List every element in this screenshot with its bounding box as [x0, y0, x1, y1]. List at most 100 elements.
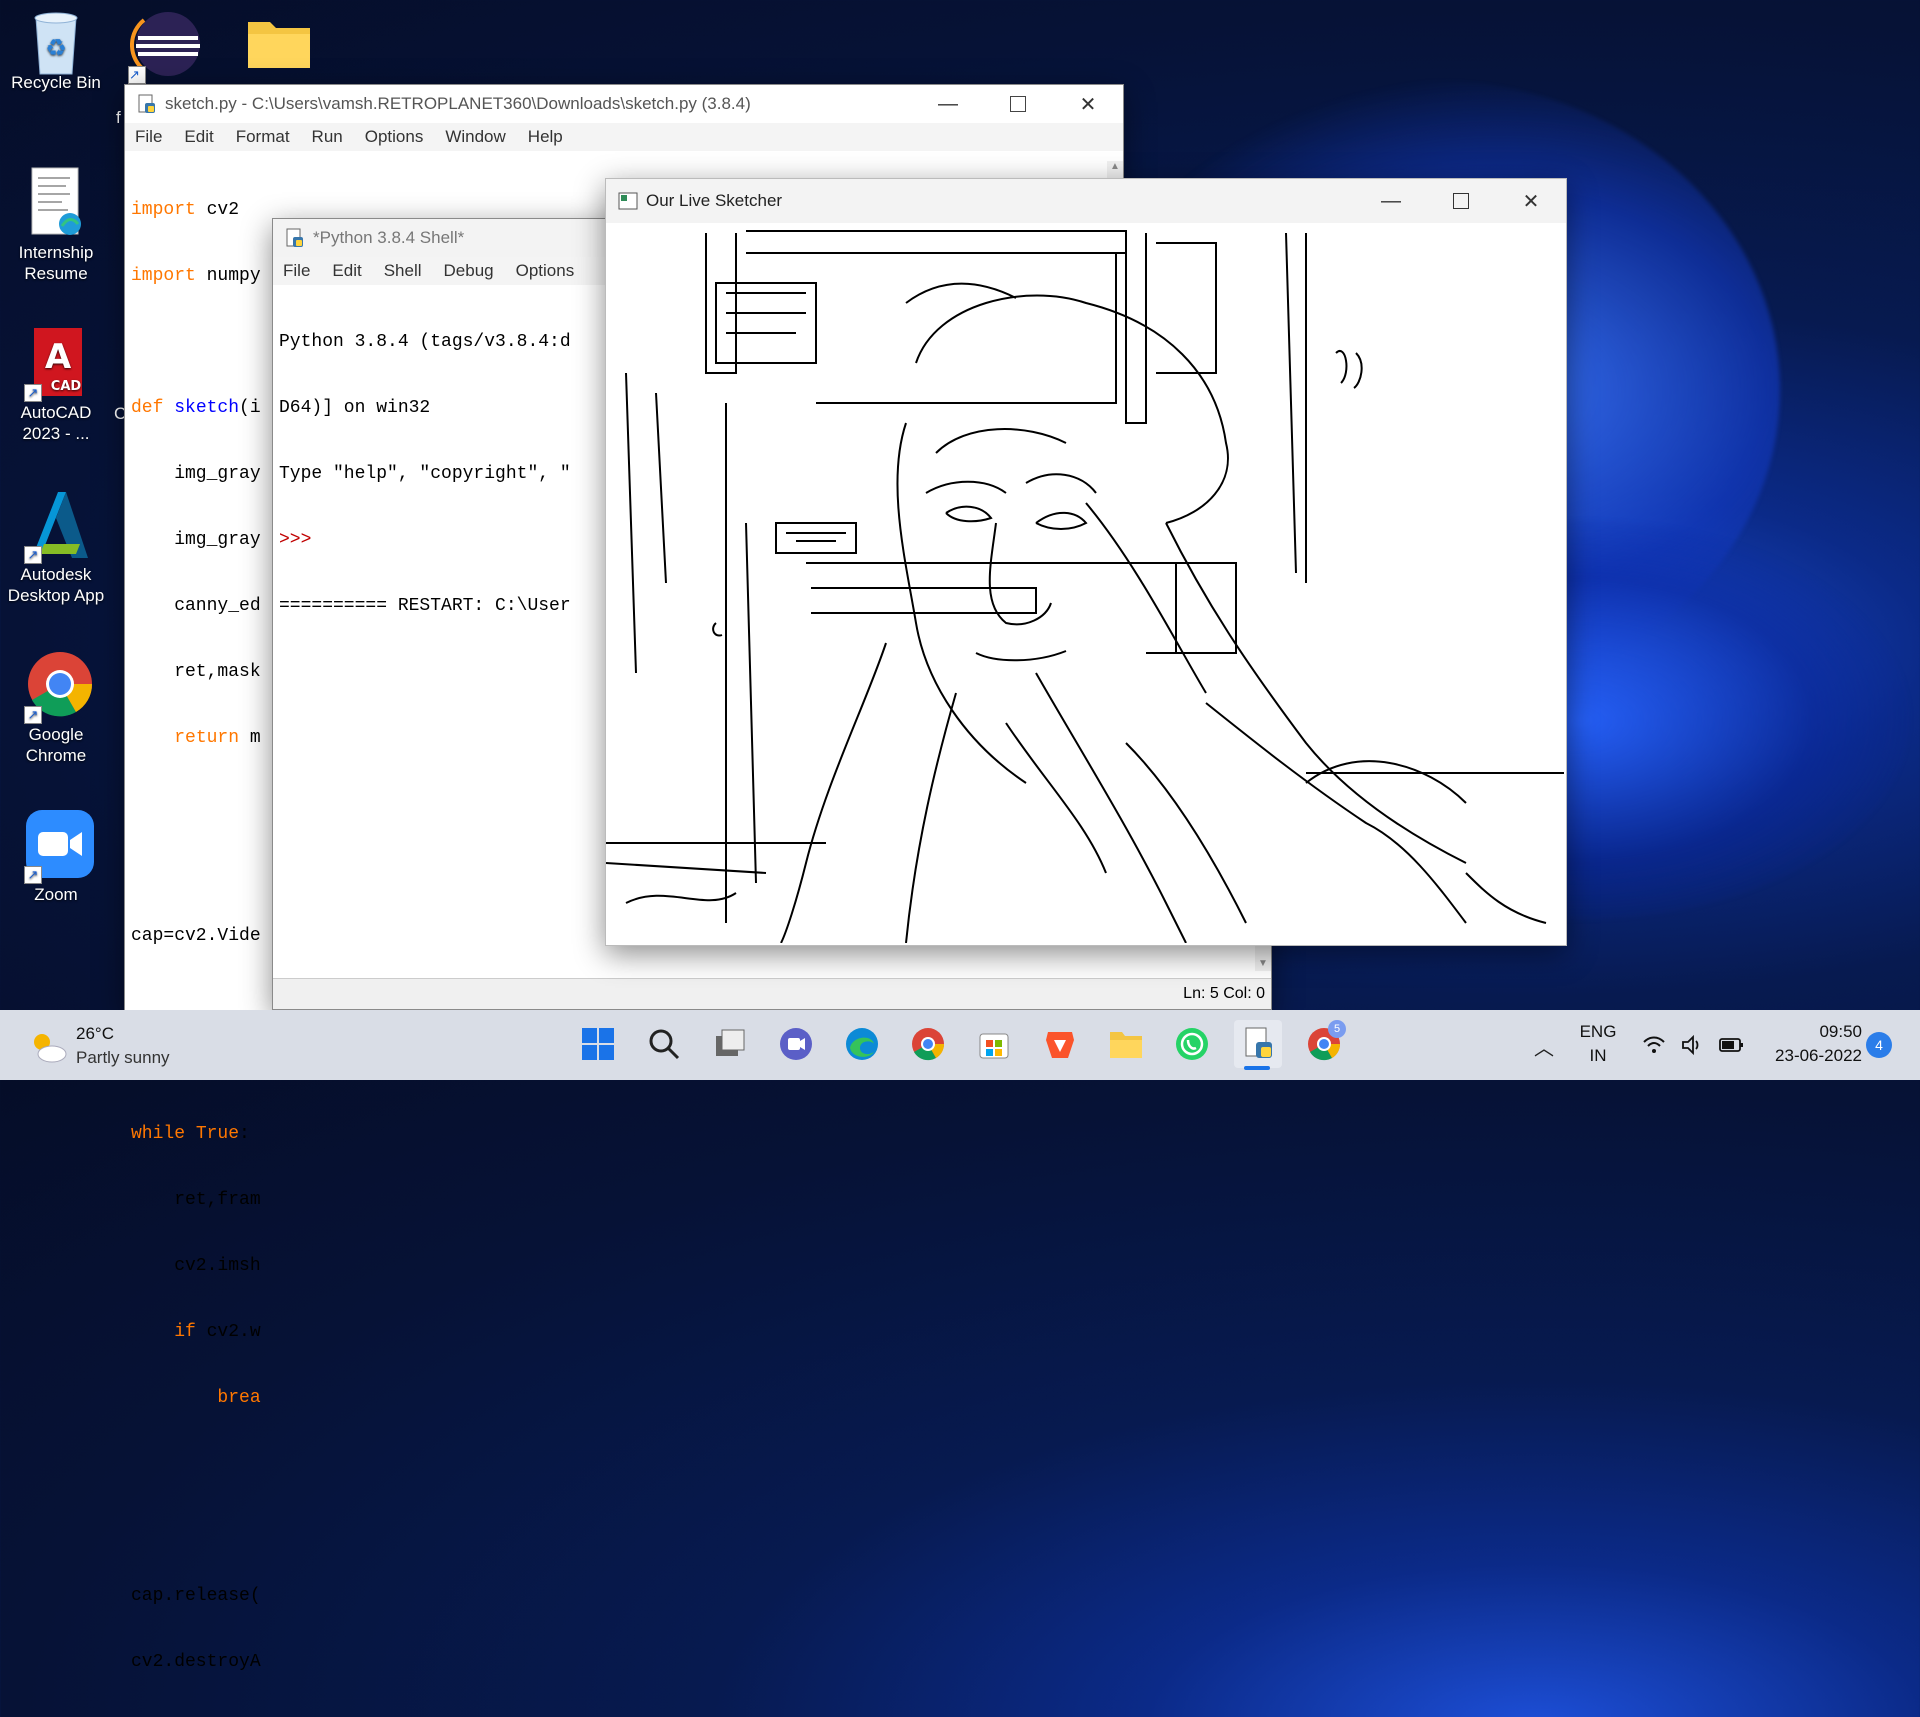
- sketcher-title: Our Live Sketcher: [646, 191, 783, 210]
- code-line: if cv2.w: [174, 1322, 261, 1342]
- partly-sunny-icon: [34, 1034, 67, 1063]
- windows-start-icon: [582, 1028, 614, 1060]
- cursor-position: Ln: 5 Col: 0: [1183, 985, 1265, 1002]
- maximize-button[interactable]: [1426, 179, 1496, 223]
- folder-icon: [248, 22, 310, 68]
- shell-statusbar: Ln: 5 Col: 0: [273, 978, 1271, 1009]
- menu-file[interactable]: File: [135, 127, 162, 147]
- close-icon: ✕: [1079, 93, 1097, 116]
- shortcut-arrow-icon: ↗: [24, 706, 42, 724]
- minimize-icon: —: [938, 92, 958, 115]
- code-line: while True:: [131, 1124, 250, 1144]
- editor-title: sketch.py - C:\Users\vamsh.RETROPLANET36…: [165, 94, 751, 113]
- system-tray-icons[interactable]: [1642, 1034, 1746, 1056]
- python-file-icon: [138, 94, 155, 113]
- desktop-icon-recycle-bin[interactable]: ♻ Recycle Bin: [2, 8, 110, 93]
- desktop-icon-google-chrome[interactable]: ↗ Google Chrome: [2, 650, 110, 766]
- menu-edit[interactable]: Edit: [184, 127, 213, 147]
- taskbar-chat-button[interactable]: [772, 1020, 820, 1068]
- menu-debug[interactable]: Debug: [444, 261, 494, 281]
- language-indicator[interactable]: ENG IN: [1578, 1020, 1618, 1068]
- profile-badge: 5: [1328, 1020, 1346, 1038]
- menu-edit[interactable]: Edit: [332, 261, 361, 281]
- python-shell-icon: [286, 228, 303, 247]
- clock[interactable]: 09:50 23-06-2022: [1752, 1020, 1862, 1068]
- menu-format[interactable]: Format: [236, 127, 290, 147]
- recycle-bin-icon: ♻: [26, 8, 86, 75]
- shortcut-arrow-icon: ↗: [24, 384, 42, 402]
- maximize-icon: [1010, 96, 1026, 112]
- weather-temp: 26°C: [76, 1024, 114, 1043]
- shortcut-arrow-icon: ↗: [24, 546, 42, 564]
- minimize-button[interactable]: —: [913, 85, 983, 123]
- weather-widget[interactable]: 26°C Partly sunny: [24, 1022, 184, 1072]
- taskbar-brave-button[interactable]: [1036, 1020, 1084, 1068]
- taskbar-start-button[interactable]: [574, 1020, 622, 1068]
- desktop-icon-internship-resume[interactable]: Internship Resume: [2, 166, 110, 284]
- document-icon: [26, 166, 86, 238]
- whatsapp-icon: [1176, 1028, 1208, 1060]
- chrome-icon: [912, 1028, 945, 1061]
- show-hidden-icons-button[interactable]: ︿: [1534, 1032, 1554, 1061]
- desktop-icon-label: AutoCAD 2023 - ...: [20, 403, 92, 443]
- minimize-button[interactable]: —: [1356, 179, 1426, 223]
- svg-text:♻: ♻: [45, 34, 67, 62]
- code-line: brea: [217, 1388, 261, 1408]
- close-icon: ✕: [1522, 190, 1540, 213]
- autocad-icon: A CAD ↗: [24, 326, 86, 402]
- taskbar-chrome-button[interactable]: [904, 1020, 952, 1068]
- menu-shell[interactable]: Shell: [384, 261, 422, 281]
- svg-text:A: A: [45, 337, 72, 377]
- desktop-icon-autocad[interactable]: A CAD ↗ AutoCAD 2023 - ...: [2, 326, 110, 444]
- microsoft-store-icon: [979, 1033, 1009, 1059]
- clock-date: 23-06-2022: [1775, 1046, 1862, 1065]
- code-line: cv2.destroyA: [131, 1652, 261, 1672]
- region-code: IN: [1589, 1046, 1607, 1065]
- desktop-icon-zoom[interactable]: ↗ Zoom: [2, 810, 110, 905]
- minimize-icon: —: [1381, 189, 1401, 212]
- desktop-icon-label: Zoom: [34, 885, 78, 904]
- taskbar-edge-button[interactable]: [838, 1020, 886, 1068]
- desktop-icon-label: Autodesk Desktop App: [7, 565, 105, 605]
- sketcher-titlebar[interactable]: Our Live Sketcher — ✕: [606, 179, 1566, 223]
- taskbar-chrome-profile-button[interactable]: 5: [1300, 1020, 1348, 1068]
- wifi-icon: [1643, 1036, 1665, 1053]
- partial-desktop-label: f: [116, 108, 121, 127]
- menu-file[interactable]: File: [283, 261, 310, 281]
- taskbar: [0, 1010, 1920, 1080]
- scroll-up-icon: ▲: [1110, 161, 1120, 172]
- close-button[interactable]: ✕: [1496, 179, 1566, 223]
- maximize-button[interactable]: [983, 85, 1053, 123]
- desktop-icon-label: Internship Resume: [18, 243, 94, 283]
- sketch-canvas: [606, 223, 1564, 943]
- editor-menubar: File Edit Format Run Options Window Help: [125, 123, 1123, 151]
- battery-icon: [1719, 1038, 1743, 1052]
- notification-badge[interactable]: 4: [1866, 1032, 1892, 1058]
- desktop-icon-autodesk-desktop-app[interactable]: ↗ Autodesk Desktop App: [2, 488, 110, 606]
- close-button[interactable]: ✕: [1053, 85, 1123, 123]
- folder-icon: [1110, 1032, 1142, 1058]
- menu-options[interactable]: Options: [365, 127, 424, 147]
- menu-help[interactable]: Help: [528, 127, 563, 147]
- desktop-icon-eclipse[interactable]: ↗: [128, 10, 206, 84]
- active-app-indicator: [1244, 1066, 1270, 1070]
- zoom-icon: ↗: [24, 810, 94, 884]
- menu-window[interactable]: Window: [445, 127, 505, 147]
- code-line: ret,fram: [131, 1190, 261, 1210]
- menu-run[interactable]: Run: [312, 127, 343, 147]
- taskbar-file-explorer-button[interactable]: [1102, 1020, 1150, 1068]
- desktop-icon-folder[interactable]: [246, 14, 312, 70]
- shortcut-arrow-icon: ↗: [128, 66, 146, 84]
- taskbar-task-view-button[interactable]: [706, 1020, 754, 1068]
- taskbar-whatsapp-button[interactable]: [1168, 1020, 1216, 1068]
- editor-titlebar[interactable]: sketch.py - C:\Users\vamsh.RETROPLANET36…: [125, 85, 1123, 123]
- taskbar-search-button[interactable]: [640, 1020, 688, 1068]
- chevron-up-icon: ︿: [1534, 1038, 1554, 1060]
- scroll-down-icon: ▼: [1258, 958, 1268, 969]
- clock-time: 09:50: [1819, 1022, 1862, 1041]
- sketcher-window: Our Live Sketcher — ✕: [605, 178, 1567, 946]
- taskbar-store-button[interactable]: [970, 1020, 1018, 1068]
- menu-options[interactable]: Options: [516, 261, 575, 281]
- taskbar-idle-button[interactable]: [1234, 1020, 1282, 1068]
